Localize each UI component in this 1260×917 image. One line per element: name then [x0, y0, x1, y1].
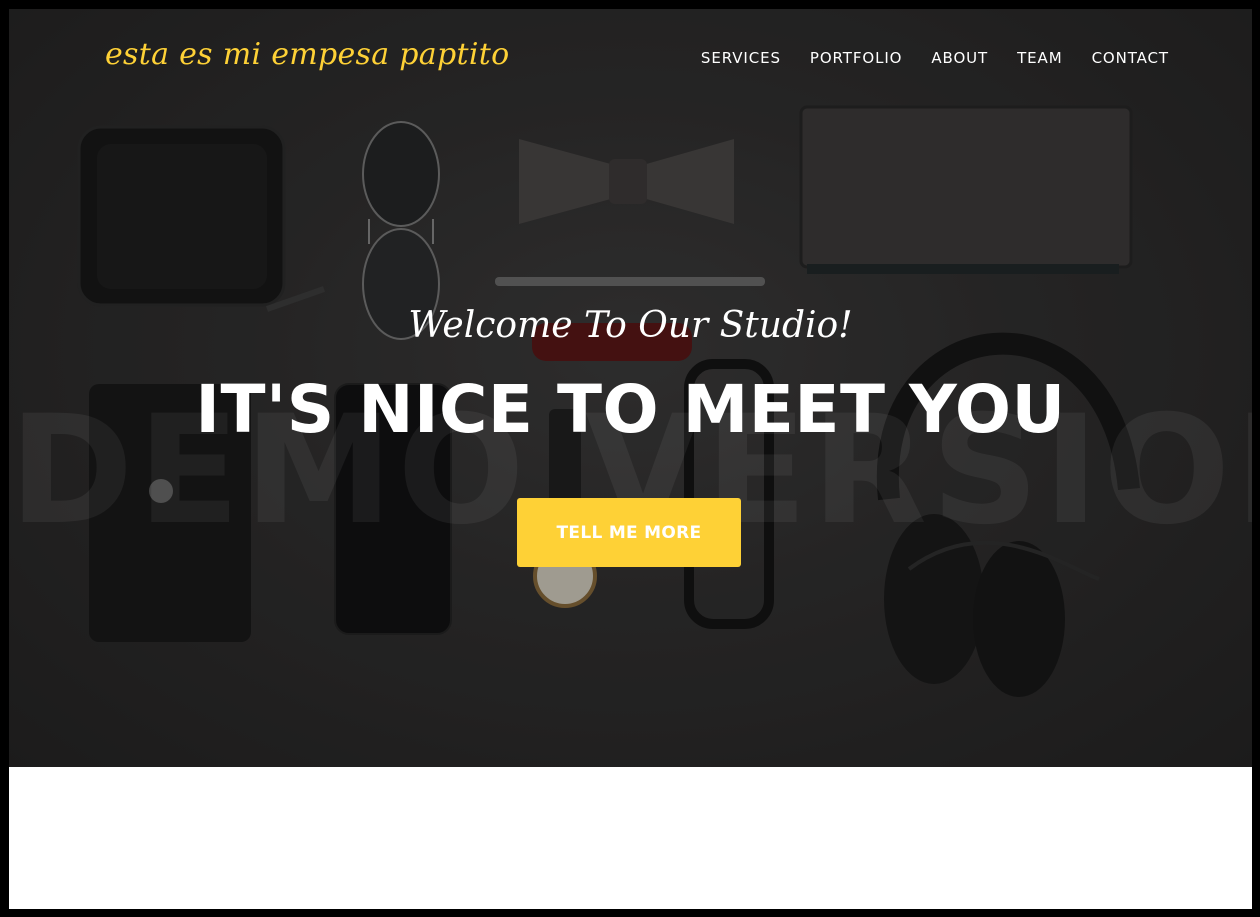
nav-link-about[interactable]: ABOUT [931, 49, 988, 67]
top-navbar: esta es mi empesa paptito SERVICES PORTF… [9, 9, 1252, 109]
hero-section: DEMO VERSION esta es mi empesa paptito S… [9, 9, 1252, 767]
nav-link-portfolio[interactable]: PORTFOLIO [810, 49, 902, 67]
nav-link-contact[interactable]: CONTACT [1092, 49, 1169, 67]
below-hero-section [9, 767, 1252, 909]
hero-lead-text: Welcome To Our Studio! [408, 305, 853, 346]
nav-link-services[interactable]: SERVICES [701, 49, 781, 67]
nav-link-team[interactable]: TEAM [1017, 49, 1062, 67]
tell-me-more-button[interactable]: TELL ME MORE [517, 498, 741, 567]
hero-heading: IT'S NICE TO MEET YOU [195, 371, 1066, 448]
nav-menu: SERVICES PORTFOLIO ABOUT TEAM CONTACT [701, 49, 1169, 67]
brand-logo[interactable]: esta es mi empesa paptito [105, 37, 509, 72]
page-frame: DEMO VERSION esta es mi empesa paptito S… [9, 9, 1252, 909]
